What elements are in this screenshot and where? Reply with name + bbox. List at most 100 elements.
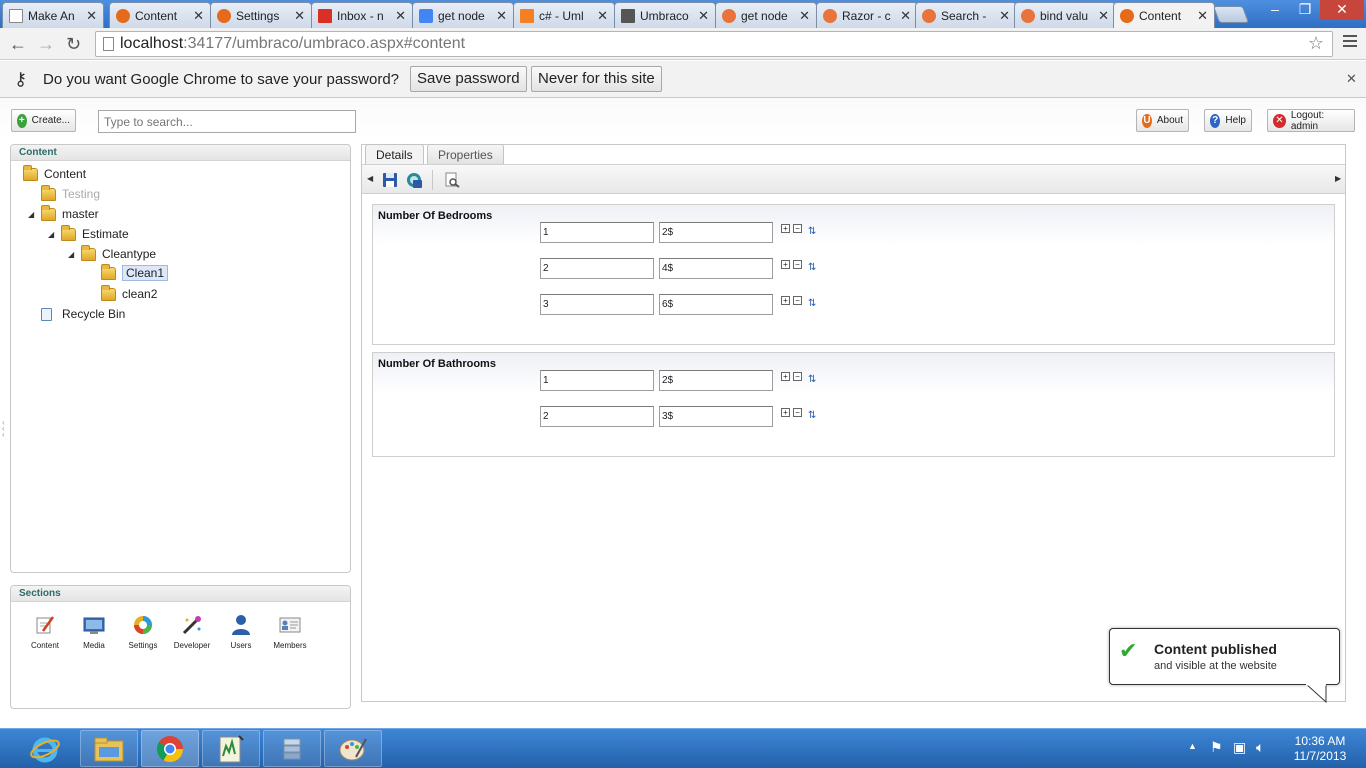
expand-arrow-icon[interactable]: ◢ bbox=[48, 230, 57, 239]
add-row-icon[interactable]: + bbox=[781, 372, 790, 381]
remove-row-icon[interactable]: − bbox=[793, 372, 802, 381]
bookmark-star-icon[interactable]: ☆ bbox=[1308, 33, 1324, 54]
taskbar-app[interactable] bbox=[263, 730, 321, 767]
add-row-icon[interactable]: + bbox=[781, 260, 790, 269]
taskbar-paint[interactable] bbox=[324, 730, 382, 767]
close-icon[interactable]: ✕ bbox=[86, 8, 97, 24]
address-bar[interactable]: localhost:34177/umbraco/umbraco.aspx#con… bbox=[95, 31, 1333, 57]
browser-tab[interactable]: c# - Uml ✕ bbox=[513, 2, 615, 28]
splitter-handle[interactable]: ‹ ‹ ‹ bbox=[2, 419, 5, 439]
close-icon[interactable]: ✕ bbox=[1197, 8, 1208, 24]
sort-arrows-icon[interactable]: ⇅ bbox=[808, 298, 820, 310]
close-icon[interactable]: ✕ bbox=[294, 8, 305, 24]
search-input[interactable] bbox=[98, 110, 356, 133]
sort-arrows-icon[interactable]: ⇅ bbox=[808, 226, 820, 238]
maximize-button[interactable]: ❐ bbox=[1290, 0, 1320, 20]
taskbar-notepad[interactable] bbox=[202, 730, 260, 767]
close-icon[interactable]: ✕ bbox=[799, 8, 810, 24]
scroll-left-arrow-icon[interactable]: ◀ bbox=[367, 174, 373, 183]
section-media[interactable]: Media bbox=[72, 614, 116, 650]
tree-node-clean2[interactable]: clean2 bbox=[101, 284, 157, 303]
value-input[interactable] bbox=[659, 222, 773, 243]
browser-tab[interactable]: get node ✕ bbox=[715, 2, 817, 28]
browser-tab[interactable]: Inbox - n ✕ bbox=[311, 2, 413, 28]
reload-icon[interactable]: ↻ bbox=[66, 34, 81, 55]
scroll-right-arrow-icon[interactable]: ▶ bbox=[1335, 174, 1341, 183]
minimize-button[interactable]: – bbox=[1260, 0, 1290, 20]
key-input[interactable] bbox=[540, 370, 654, 391]
close-icon[interactable]: ✕ bbox=[395, 8, 406, 24]
close-icon[interactable]: ✕ bbox=[999, 8, 1010, 24]
back-arrow-icon[interactable]: ← bbox=[9, 34, 27, 55]
tree-node-estimate[interactable]: ◢ Estimate bbox=[48, 224, 129, 243]
window-close-button[interactable]: ✕ bbox=[1320, 0, 1364, 20]
sort-arrows-icon[interactable]: ⇅ bbox=[808, 410, 820, 422]
forward-arrow-icon[interactable]: → bbox=[37, 34, 55, 55]
close-icon[interactable]: ✕ bbox=[698, 8, 709, 24]
save-password-button[interactable]: Save password bbox=[410, 66, 527, 92]
section-developer[interactable]: Developer bbox=[170, 614, 214, 650]
help-button[interactable]: ? Help bbox=[1204, 109, 1252, 132]
browser-tab[interactable]: Settings ✕ bbox=[210, 2, 312, 28]
value-input[interactable] bbox=[659, 370, 773, 391]
tree-node-cleantype[interactable]: ◢ Cleantype bbox=[68, 244, 156, 263]
add-row-icon[interactable]: + bbox=[781, 296, 790, 305]
network-icon[interactable]: ▣ bbox=[1233, 739, 1246, 756]
tree-node-testing[interactable]: Testing bbox=[41, 184, 100, 203]
logout-button[interactable]: ✕ Logout: admin bbox=[1267, 109, 1355, 132]
tree-node-master[interactable]: ◢ master bbox=[28, 204, 99, 223]
taskbar-explorer[interactable] bbox=[80, 730, 138, 767]
add-row-icon[interactable]: + bbox=[781, 408, 790, 417]
browser-tab[interactable]: get node ✕ bbox=[412, 2, 514, 28]
remove-row-icon[interactable]: − bbox=[793, 296, 802, 305]
close-icon[interactable]: ✕ bbox=[597, 8, 608, 24]
close-icon[interactable]: ✕ bbox=[900, 8, 911, 24]
tab-details[interactable]: Details bbox=[365, 144, 424, 165]
section-content[interactable]: Content bbox=[23, 614, 67, 650]
tree-node-clean1[interactable]: Clean1 bbox=[101, 263, 169, 282]
key-input[interactable] bbox=[540, 294, 654, 315]
about-button[interactable]: U About bbox=[1136, 109, 1189, 132]
browser-tab[interactable]: Search - ✕ bbox=[915, 2, 1017, 28]
value-input[interactable] bbox=[659, 294, 773, 315]
browser-tab[interactable]: Razor - c ✕ bbox=[816, 2, 918, 28]
close-icon[interactable]: ✕ bbox=[496, 8, 507, 24]
save-and-publish-icon[interactable] bbox=[406, 172, 422, 188]
taskbar-chrome[interactable] bbox=[141, 730, 199, 767]
add-row-icon[interactable]: + bbox=[781, 224, 790, 233]
expand-arrow-icon[interactable]: ◢ bbox=[28, 210, 37, 219]
browser-tab-active[interactable]: Content ✕ bbox=[1113, 2, 1215, 29]
never-for-this-site-button[interactable]: Never for this site bbox=[531, 66, 662, 92]
preview-icon[interactable] bbox=[444, 172, 460, 188]
sort-arrows-icon[interactable]: ⇅ bbox=[808, 374, 820, 386]
remove-row-icon[interactable]: − bbox=[793, 224, 802, 233]
remove-row-icon[interactable]: − bbox=[793, 408, 802, 417]
tree-node-recycle-bin[interactable]: Recycle Bin bbox=[41, 305, 125, 323]
close-icon[interactable]: ✕ bbox=[1346, 71, 1357, 87]
publish-notification[interactable]: ✔ Content published and visible at the w… bbox=[1109, 628, 1340, 685]
key-input[interactable] bbox=[540, 258, 654, 279]
close-icon[interactable]: ✕ bbox=[193, 8, 204, 24]
key-input[interactable] bbox=[540, 222, 654, 243]
expand-arrow-icon[interactable]: ◢ bbox=[68, 250, 77, 259]
close-icon[interactable]: ✕ bbox=[1098, 8, 1109, 24]
system-clock[interactable]: 10:36 AM 11/7/2013 bbox=[1285, 734, 1355, 764]
taskbar-ie[interactable] bbox=[16, 730, 74, 767]
section-users[interactable]: Users bbox=[219, 614, 263, 650]
section-members[interactable]: Members bbox=[268, 614, 312, 650]
tab-properties[interactable]: Properties bbox=[427, 144, 504, 164]
tree-node-content[interactable]: Content bbox=[23, 164, 86, 183]
new-tab-button[interactable] bbox=[1212, 6, 1250, 23]
section-settings[interactable]: Settings bbox=[121, 614, 165, 650]
save-icon[interactable] bbox=[382, 172, 398, 188]
browser-tab[interactable]: bind valu ✕ bbox=[1014, 2, 1116, 28]
key-input[interactable] bbox=[540, 406, 654, 427]
value-input[interactable] bbox=[659, 406, 773, 427]
remove-row-icon[interactable]: − bbox=[793, 260, 802, 269]
create-button[interactable]: + Create... bbox=[11, 109, 76, 132]
browser-tab[interactable]: Content ✕ bbox=[109, 2, 211, 28]
sort-arrows-icon[interactable]: ⇅ bbox=[808, 262, 820, 274]
value-input[interactable] bbox=[659, 258, 773, 279]
chrome-menu-icon[interactable] bbox=[1343, 35, 1357, 50]
volume-icon[interactable]: 🔈︎ bbox=[1256, 739, 1264, 756]
